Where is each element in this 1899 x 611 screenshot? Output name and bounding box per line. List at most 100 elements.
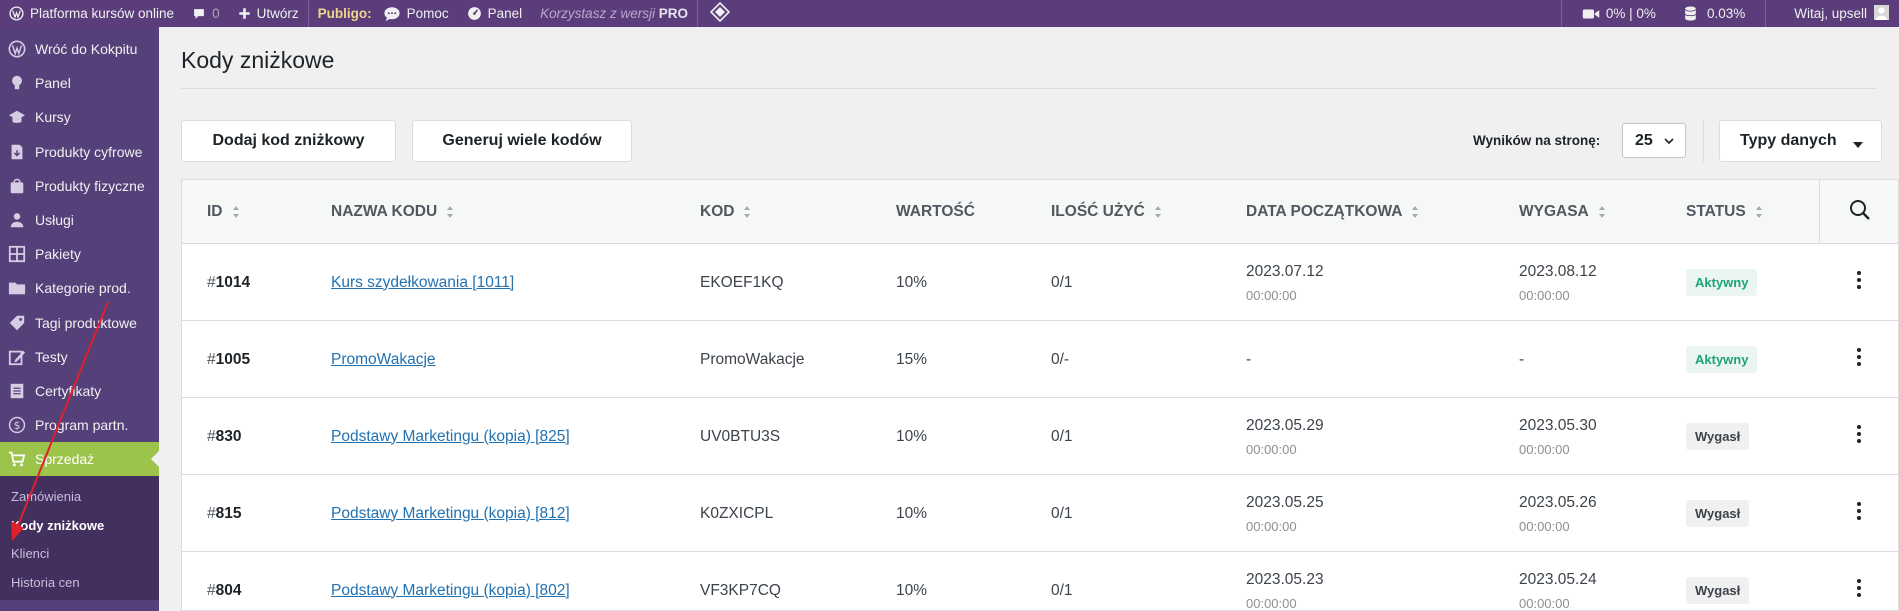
sidebar-item-label: Produkty cyfrowe [35, 143, 143, 160]
submenu-item-customers[interactable]: Klienci [0, 539, 159, 568]
submenu-item-discount-codes[interactable]: Kody zniżkowe [0, 511, 159, 540]
id-hash: # [207, 273, 216, 291]
id-hash: # [207, 427, 216, 445]
start-time: 00:00:00 [1246, 518, 1297, 534]
sidebar-item-partner-program[interactable]: $ Program partn. [0, 408, 159, 442]
code-name-link[interactable]: PromoWakacje [331, 351, 436, 369]
sidebar-item-label: Kursy [35, 109, 71, 126]
submenu-item-orders[interactable]: Zamówienia [0, 482, 159, 511]
cell-expires: 2023.05.26 00:00:00 [1519, 475, 1597, 552]
search-icon [1849, 199, 1871, 226]
sort-icon [743, 205, 751, 219]
table-row: #804 Podstawy Marketingu (kopia) [802] V… [182, 552, 1898, 610]
digital-product-icon [8, 143, 26, 161]
table-row: #830 Podstawy Marketingu (kopia) [825] U… [182, 398, 1898, 475]
sidebar-item-product-categories[interactable]: Kategorie prod. [0, 271, 159, 305]
diamond-logo-link[interactable] [698, 0, 742, 27]
cell-code: VF3KP7CQ [700, 581, 781, 599]
row-actions-button[interactable] [1844, 321, 1874, 398]
site-name-link[interactable]: Platforma kursów online [0, 0, 183, 27]
create-new-link[interactable]: Utwórz [229, 0, 308, 27]
column-header-code-name[interactable]: NAZWA KODU [331, 180, 454, 244]
admin-bar: Platforma kursów online 0 Utwórz Publigo… [0, 0, 1899, 27]
code-name-link[interactable]: Podstawy Marketingu (kopia) [802] [331, 582, 570, 600]
generate-codes-button[interactable]: Generuj wiele kodów [412, 120, 632, 162]
end-time: 00:00:00 [1519, 287, 1570, 303]
cell-code: EKOEF1KQ [700, 273, 784, 291]
cell-code: PromoWakacje [700, 350, 805, 368]
sidebar-item-back-to-dashboard[interactable]: Wróć do Kokpitu [0, 32, 159, 66]
sort-icon [446, 205, 454, 219]
sidebar-item-label: Wróć do Kokpitu [35, 41, 138, 58]
cell-start-date: - [1246, 321, 1251, 398]
diamond-logo-icon [709, 1, 731, 25]
cell-value: 10% [896, 504, 928, 522]
sidebar-item-courses[interactable]: Kursy [0, 100, 159, 134]
table-header: ID NAZWA KODU KOD WARTOŚĆ ILOŚĆ UŻYĆ DAT… [182, 180, 1898, 244]
sidebar-item-bundles[interactable]: Pakiety [0, 237, 159, 271]
help-link[interactable]: Pomoc [381, 0, 458, 27]
help-label: Pomoc [406, 6, 449, 21]
end-time: 00:00:00 [1519, 518, 1570, 534]
sidebar-item-tests[interactable]: Testy [0, 340, 159, 374]
row-actions-button[interactable] [1844, 475, 1874, 552]
sidebar-item-panel[interactable]: Panel [0, 66, 159, 100]
status-badge: Wygasł [1686, 423, 1750, 450]
column-header-id[interactable]: ID [207, 180, 240, 244]
column-header-code[interactable]: KOD [700, 180, 751, 244]
column-header-uses[interactable]: ILOŚĆ UŻYĆ [1051, 180, 1162, 244]
comments-count: 0 [212, 6, 220, 21]
edit-icon [8, 348, 26, 366]
status-badge: Wygasł [1686, 500, 1750, 527]
row-actions-button[interactable] [1844, 398, 1874, 475]
column-header-label: STATUS [1686, 203, 1746, 220]
row-actions-button[interactable] [1844, 244, 1874, 321]
data-types-button[interactable]: Typy danych [1719, 120, 1882, 162]
panel-link[interactable]: Panel [458, 0, 532, 27]
column-header-start-date[interactable]: DATA POCZĄTKOWA [1246, 180, 1419, 244]
sidebar-item-services[interactable]: Usługi [0, 203, 159, 237]
per-page-select[interactable]: 25 [1622, 123, 1686, 158]
column-header-value: WARTOŚĆ [896, 180, 975, 244]
column-header-label: WARTOŚĆ [896, 203, 975, 220]
cell-status: Aktywny [1686, 321, 1758, 398]
pro-prefix: Korzystasz z wersji [540, 6, 655, 21]
sidebar-item-digital-products[interactable]: Produkty cyfrowe [0, 135, 159, 169]
column-header-label: WYGASA [1519, 203, 1589, 220]
sidebar-item-certificates[interactable]: Certyfikaty [0, 374, 159, 408]
code-name-link[interactable]: Podstawy Marketingu (kopia) [825] [331, 428, 570, 446]
table-search-button[interactable] [1819, 180, 1898, 244]
add-discount-code-button[interactable]: Dodaj kod zniżkowy [181, 120, 396, 162]
submenu-item-price-history[interactable]: Historia cen [0, 568, 159, 597]
comments-link[interactable]: 0 [183, 0, 229, 27]
table-row: #1005 PromoWakacje PromoWakacje 15% 0/- … [182, 321, 1898, 398]
row-actions-button[interactable] [1844, 552, 1874, 610]
code-name-link[interactable]: Podstawy Marketingu (kopia) [812] [331, 505, 570, 523]
sidebar-item-physical-products[interactable]: Produkty fizyczne [0, 169, 159, 203]
avatar [1874, 4, 1889, 23]
user-account-menu[interactable]: Witaj, upsell [1766, 0, 1899, 27]
brand-label: Publigo: [317, 6, 372, 21]
kebab-menu-icon [1857, 271, 1861, 294]
video-stats[interactable]: 0% | 0% [1562, 0, 1676, 27]
code-name-link[interactable]: Kurs szydełkowania [1011] [331, 274, 514, 292]
sidebar-item-product-tags[interactable]: Tagi produktowe [0, 306, 159, 340]
sidebar-item-label: Produkty fizyczne [35, 177, 145, 194]
sidebar-item-label: Kategorie prod. [35, 280, 131, 297]
document-icon [8, 382, 26, 400]
sort-icon [1598, 205, 1606, 219]
id-hash: # [207, 504, 216, 522]
column-header-status[interactable]: STATUS [1686, 180, 1763, 244]
sidebar-item-sales[interactable]: Sprzedaż [0, 442, 159, 477]
id-number: 804 [215, 581, 242, 599]
column-header-expires[interactable]: WYGASA [1519, 180, 1606, 244]
storage-stats[interactable]: 0.03% [1676, 0, 1765, 27]
panel-label: Panel [487, 6, 523, 21]
lightbulb-icon [8, 74, 26, 92]
wordpress-icon [8, 40, 26, 58]
sidebar-item-label: Certyfikaty [35, 382, 102, 399]
id-hash: # [207, 350, 216, 368]
kebab-menu-icon [1857, 425, 1861, 448]
cell-value: 15% [896, 350, 928, 368]
id-number: 1014 [215, 273, 251, 291]
